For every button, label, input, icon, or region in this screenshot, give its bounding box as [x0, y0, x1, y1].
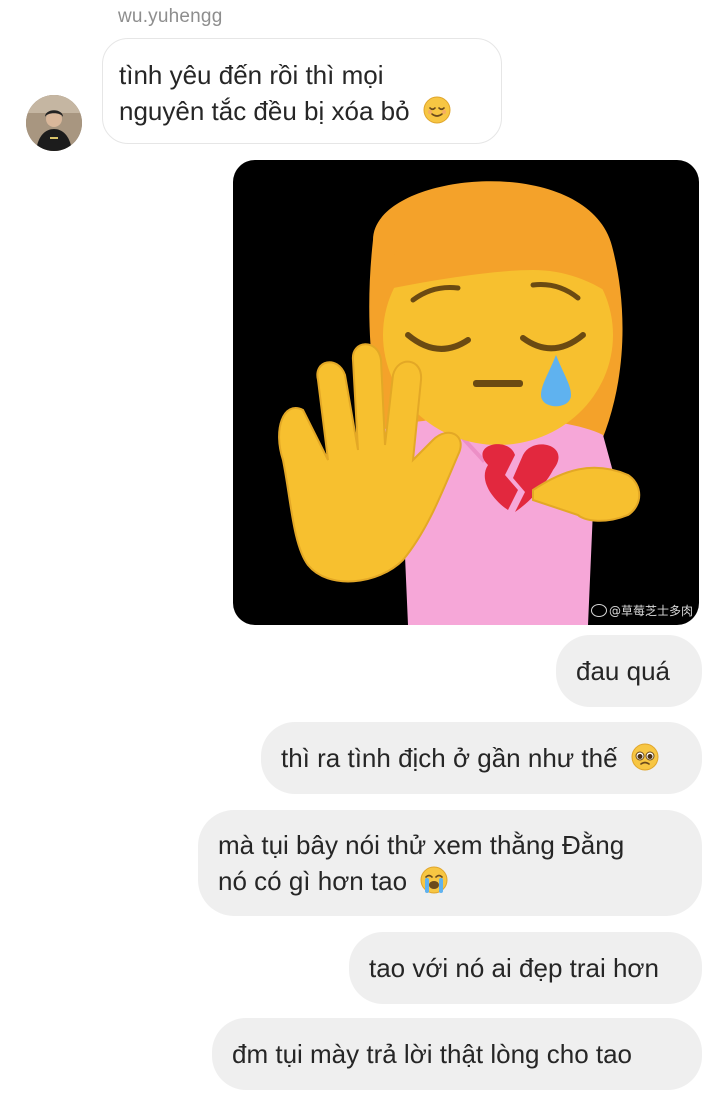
message-text: tao với nó ai đẹp trai hơn [369, 953, 659, 983]
sticker-image[interactable]: @草莓芝士多肉 [233, 160, 699, 625]
outgoing-message-bubble[interactable]: tao với nó ai đẹp trai hơn [349, 932, 702, 1004]
message-text: đau quá [576, 656, 670, 686]
message-text-segment: nguyên tắc đều bị xóa bỏ [119, 96, 410, 126]
sender-name[interactable]: wu.yuhengg [118, 6, 222, 28]
message-text-segment: nó có gì hơn tao [218, 866, 408, 896]
message-text-line: tình yêu đến rồi thì mọi [119, 60, 384, 90]
incoming-message-bubble[interactable]: tình yêu đến rồi thì mọi nguyên tắc đều … [102, 38, 502, 144]
message-text-line: nguyên tắc đều bị xóa bỏ [119, 93, 483, 129]
outgoing-message-bubble[interactable]: đau quá [556, 635, 702, 707]
pensive-girl-stop-hand-broken-heart-sticker [278, 181, 641, 625]
message-text: thì ra tình địch ở gần như thế [281, 743, 618, 773]
sticker-watermark: @草莓芝士多肉 [590, 602, 693, 619]
avatar[interactable] [26, 95, 82, 151]
pleading-face-icon [631, 743, 659, 771]
relieved-face-icon [423, 96, 451, 124]
message-text-line: mà tụi bây nói thử xem thằng Đằng [218, 830, 625, 860]
avatar-photo [26, 95, 82, 151]
message-text-line: nó có gì hơn tao [218, 863, 682, 899]
outgoing-message-bubble[interactable]: đm tụi mày trả lời thật lòng cho tao [212, 1018, 702, 1090]
loudly-crying-face-icon [420, 866, 448, 894]
watermark-text: @草莓芝士多肉 [608, 604, 693, 618]
message-text: đm tụi mày trả lời thật lòng cho tao [232, 1039, 633, 1069]
weibo-icon [590, 604, 607, 617]
outgoing-message-bubble[interactable]: thì ra tình địch ở gần như thế [261, 722, 702, 794]
outgoing-message-bubble[interactable]: mà tụi bây nói thử xem thằng Đằng nó có … [198, 810, 702, 916]
